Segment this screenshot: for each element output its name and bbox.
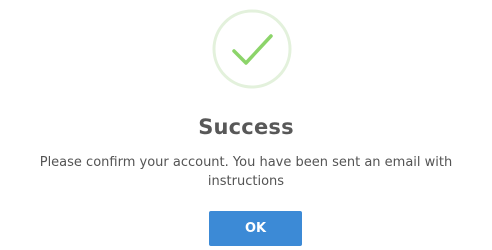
checkmark-icon <box>212 9 292 89</box>
dialog-message: Please confirm your account. You have be… <box>39 155 453 189</box>
checkmark-circle-icon <box>211 8 293 90</box>
dialog-title: Success <box>198 115 294 139</box>
ok-button[interactable]: OK <box>209 211 302 246</box>
success-dialog: Success Please confirm your account. You… <box>0 0 492 250</box>
